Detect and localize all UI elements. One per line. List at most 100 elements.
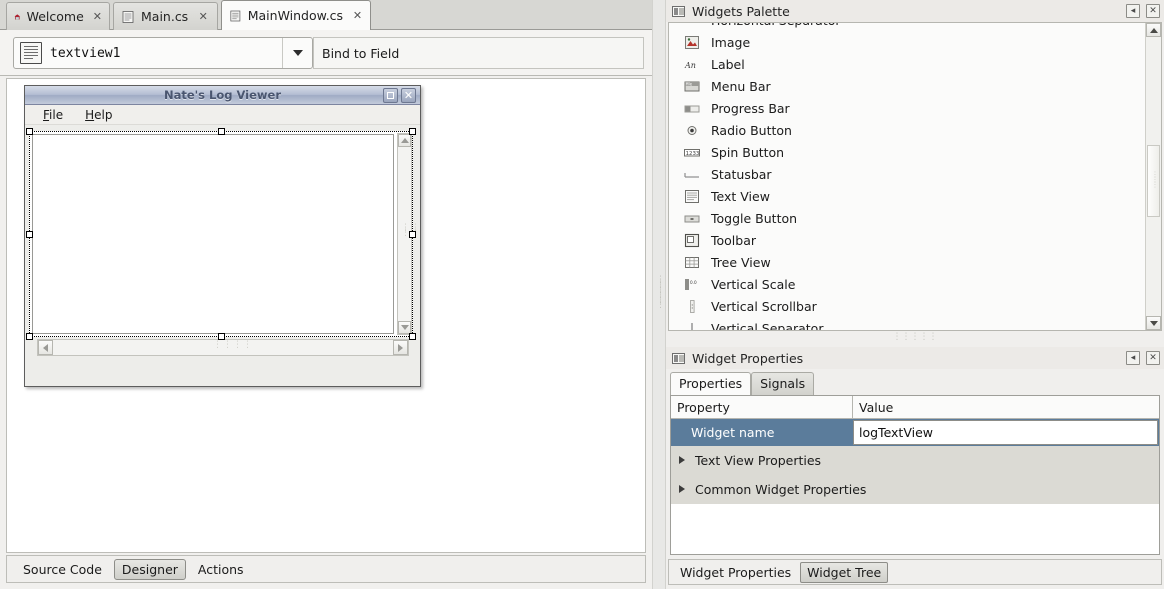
palette-item-label: Toggle Button — [711, 210, 798, 226]
palette-item-label: Text View — [711, 188, 770, 204]
widget-properties-header: Widget Properties ◂ ✕ — [666, 347, 1164, 369]
resize-handle-w[interactable] — [26, 231, 33, 238]
palette-item-tree-view[interactable]: Tree View — [669, 251, 1145, 273]
close-icon[interactable]: ✕ — [1146, 351, 1160, 365]
properties-table[interactable]: Property Value Widget name logTextView T… — [670, 395, 1160, 555]
palette-item-toolbar[interactable]: Toolbar — [669, 229, 1145, 251]
widget-selector-dropdown-button[interactable] — [282, 38, 312, 68]
widgets-palette-list[interactable]: Horizontal Separator Image — [669, 23, 1145, 331]
palette-item-vertical-separator[interactable]: Vertical Separator — [669, 317, 1145, 331]
resize-handle-e[interactable] — [409, 231, 416, 238]
resize-handle-ne[interactable] — [409, 128, 416, 135]
chevron-right-icon[interactable] — [679, 456, 685, 464]
menu-item-file[interactable]: File — [43, 108, 63, 122]
palette-item-label: Horizontal Separator — [711, 23, 841, 28]
tab-close-icon[interactable]: ✕ — [197, 11, 209, 22]
palette-item-label: Tree View — [711, 254, 771, 270]
splitter-grip[interactable]: ⋮⋮ ⋮⋮ ⋮⋮ ⋮⋮ ⋮⋮ ⋮⋮ — [656, 276, 674, 312]
textview-hscroll-thumb[interactable]: ⋮⋮⋮⋮ — [213, 341, 253, 350]
palette-item-horizontal-separator[interactable]: Horizontal Separator — [669, 23, 1145, 31]
tab-close-icon[interactable]: ✕ — [93, 11, 102, 22]
view-tab-designer[interactable]: Designer — [113, 558, 186, 580]
bind-to-field-button[interactable]: Bind to Field — [313, 37, 644, 69]
palette-vertical-scrollbar[interactable]: ⋮⋮⋮⋮⋮⋮ — [1145, 23, 1161, 330]
bind-to-field-label: Bind to Field — [322, 45, 400, 61]
scroll-left-icon[interactable] — [38, 340, 53, 355]
document-tab-label: Welcome — [26, 9, 84, 24]
statusbar-icon — [683, 167, 701, 182]
bind-toolbar: textview1 Bind to Field — [0, 30, 652, 76]
palette-item-spin-button[interactable]: 1233 Spin Button — [669, 141, 1145, 163]
column-header-property: Property — [671, 396, 853, 418]
palette-item-radio-button[interactable]: Radio Button — [669, 119, 1145, 141]
scroll-right-icon[interactable] — [393, 340, 408, 355]
widgets-palette-body[interactable]: Horizontal Separator Image — [668, 22, 1162, 331]
dock-left-icon[interactable]: ◂ — [1126, 351, 1140, 365]
mock-textview-wrapper: ⋮⋮ ⋮⋮⋮⋮ — [26, 128, 420, 359]
dock-left-icon[interactable]: ◂ — [1126, 4, 1140, 18]
document-tab-welcome[interactable]: Welcome ✕ — [6, 2, 110, 30]
mock-window-menubar[interactable]: File Help — [25, 105, 420, 125]
scroll-up-icon[interactable] — [1146, 23, 1161, 37]
widget-name-input[interactable]: logTextView — [853, 420, 1158, 445]
pad-tab-widget-properties[interactable]: Widget Properties — [673, 562, 798, 583]
palette-item-label[interactable]: An Label — [669, 53, 1145, 75]
property-group-common-widget-properties[interactable]: Common Widget Properties — [671, 475, 1159, 504]
maximize-icon[interactable] — [383, 88, 398, 103]
palette-item-menu-bar[interactable]: file Menu Bar — [669, 75, 1145, 97]
pad-tab-widget-tree[interactable]: Widget Tree — [800, 561, 889, 583]
palette-item-toggle-button[interactable]: Toggle Button — [669, 207, 1145, 229]
palette-item-label: Vertical Separator — [711, 320, 824, 331]
vertical-splitter[interactable]: ⋮⋮ ⋮⋮ ⋮⋮ ⋮⋮ ⋮⋮ ⋮⋮ — [652, 0, 674, 589]
selected-textview[interactable]: ⋮⋮⋮⋮ — [26, 128, 420, 340]
palette-item-image[interactable]: Image — [669, 31, 1145, 53]
close-icon[interactable]: ✕ — [1146, 4, 1160, 18]
view-tab-source-code[interactable]: Source Code — [15, 559, 110, 580]
palette-item-label: Vertical Scale — [711, 276, 796, 292]
horizontal-separator-icon — [683, 23, 701, 28]
palette-item-vertical-scale[interactable]: 0.0 Vertical Scale — [669, 273, 1145, 295]
column-header-value: Value — [859, 399, 894, 415]
tab-close-icon[interactable]: ✕ — [352, 10, 363, 21]
view-tab-actions[interactable]: Actions — [190, 559, 252, 580]
chevron-right-icon[interactable] — [679, 485, 685, 493]
palette-item-label: Vertical Scrollbar — [711, 298, 817, 314]
palette-scrollbar-thumb[interactable]: ⋮⋮⋮⋮⋮⋮ — [1147, 145, 1161, 217]
palette-item-statusbar[interactable]: Statusbar — [669, 163, 1145, 185]
menu-item-help[interactable]: Help — [85, 108, 112, 122]
resize-handle-s[interactable] — [218, 333, 225, 340]
resize-handle-se[interactable] — [409, 333, 416, 340]
chevron-down-icon — [292, 50, 303, 56]
csharp-file-icon — [122, 10, 134, 23]
property-group-label: Common Widget Properties — [695, 481, 867, 497]
table-row-widget-name[interactable]: Widget name logTextView — [671, 419, 1159, 446]
close-icon[interactable]: ✕ — [401, 88, 416, 103]
scroll-down-icon[interactable] — [1146, 316, 1161, 330]
scroll-up-icon[interactable] — [398, 134, 411, 147]
document-tab-main-cs[interactable]: Main.cs ✕ — [113, 2, 218, 30]
tree-view-icon — [683, 255, 701, 270]
widget-properties-tabs: Properties Signals — [670, 371, 815, 395]
properties-table-empty-area — [671, 504, 1159, 550]
widgets-palette-header: Widgets Palette ◂ ✕ — [666, 0, 1164, 22]
resize-handle-n[interactable] — [218, 128, 225, 135]
designer-canvas[interactable]: Nate's Log Viewer ✕ File Help ⋮⋮ ⋮⋮⋮⋮ — [6, 78, 646, 553]
document-tab-mainwindow-cs[interactable]: MainWindow.cs ✕ — [221, 0, 371, 30]
textview-content-area[interactable] — [32, 134, 394, 334]
widgets-palette-title: Widgets Palette — [692, 3, 790, 19]
palette-resize-grip[interactable]: ⋮⋮⋮⋮⋮ — [668, 333, 1162, 344]
menu-bar-icon: file — [683, 79, 701, 94]
property-group-text-view-properties[interactable]: Text View Properties — [671, 446, 1159, 475]
widget-selector-combobox[interactable]: textview1 — [13, 37, 313, 69]
home-icon — [14, 13, 21, 20]
textview-horizontal-scrollbar[interactable]: ⋮⋮⋮⋮ — [37, 339, 409, 356]
resize-handle-sw[interactable] — [26, 333, 33, 340]
widget-properties-pad: Widget Properties ◂ ✕ Properties Signals… — [666, 347, 1164, 589]
palette-item-vertical-scrollbar[interactable]: Vertical Scrollbar — [669, 295, 1145, 317]
mock-window[interactable]: Nate's Log Viewer ✕ File Help ⋮⋮ ⋮⋮⋮⋮ — [24, 85, 421, 387]
resize-handle-nw[interactable] — [26, 128, 33, 135]
tab-properties[interactable]: Properties — [670, 372, 752, 395]
tab-signals[interactable]: Signals — [751, 372, 815, 395]
palette-item-progress-bar[interactable]: Progress Bar — [669, 97, 1145, 119]
palette-item-text-view[interactable]: Text View — [669, 185, 1145, 207]
